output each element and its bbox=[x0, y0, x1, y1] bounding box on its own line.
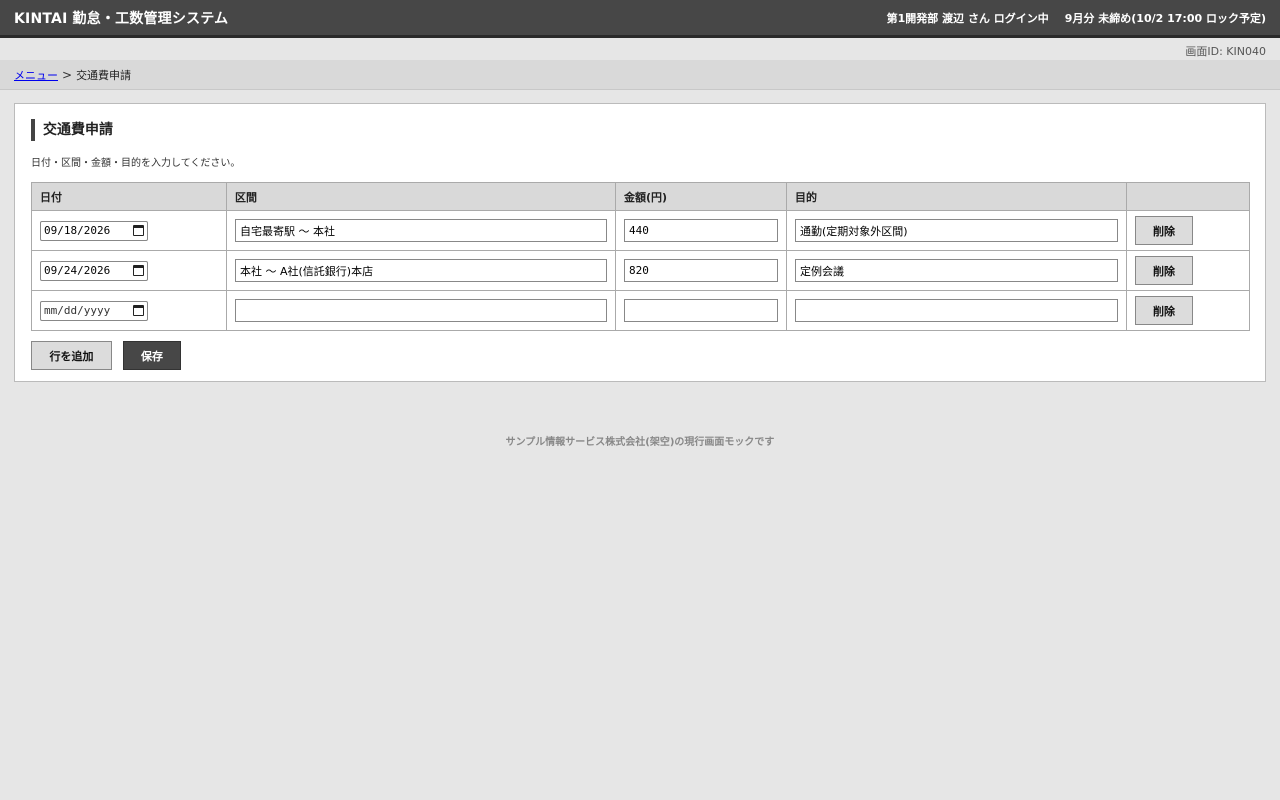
expense-table: 日付 区間 金額(円) 目的 09/18/2026 自宅最寄駅 〜 本社 440… bbox=[31, 182, 1250, 331]
column-header-purpose: 目的 bbox=[786, 182, 1127, 211]
delete-row-button[interactable]: 削除 bbox=[1135, 216, 1193, 245]
table-row: mm/dd/yyyy 削除 bbox=[31, 290, 1250, 331]
breadcrumb-menu-link[interactable]: メニュー bbox=[14, 67, 58, 83]
table-header-row: 日付 区間 金額(円) 目的 bbox=[31, 182, 1250, 211]
delete-row-button[interactable]: 削除 bbox=[1135, 296, 1193, 325]
column-header-section: 区間 bbox=[226, 182, 616, 211]
expense-form-panel: 交通費申請 日付・区間・金額・目的を入力してください。 日付 区間 金額(円) … bbox=[14, 103, 1266, 382]
section-input[interactable] bbox=[235, 299, 607, 322]
calendar-icon[interactable] bbox=[133, 305, 144, 316]
footer-note: サンプル情報サービス株式会社(架空)の現行画面モックです bbox=[505, 437, 775, 448]
purpose-input[interactable]: 通勤(定期対象外区間) bbox=[795, 219, 1118, 242]
purpose-input[interactable] bbox=[795, 299, 1118, 322]
section-input[interactable]: 本社 〜 A社(信託銀行)本店 bbox=[235, 259, 607, 282]
app-title: KINTAI 勤怠・工数管理システム bbox=[14, 10, 229, 27]
page-title: 交通費申請 bbox=[31, 119, 1249, 141]
header-status: 第1開発部 渡辺 さん ログイン中 9月分 未締め(10/2 17:00 ロック… bbox=[887, 10, 1266, 26]
table-row: 09/24/2026 本社 〜 A社(信託銀行)本店 820 定例会議 削除 bbox=[31, 250, 1250, 291]
delete-row-button[interactable]: 削除 bbox=[1135, 256, 1193, 285]
calendar-icon[interactable] bbox=[133, 265, 144, 276]
purpose-input[interactable]: 定例会議 bbox=[795, 259, 1118, 282]
save-button[interactable]: 保存 bbox=[123, 341, 181, 370]
add-row-button[interactable]: 行を追加 bbox=[31, 341, 112, 370]
date-input[interactable]: 09/24/2026 bbox=[40, 260, 148, 281]
amount-input[interactable] bbox=[624, 299, 778, 322]
breadcrumb: メニュー > 交通費申請 bbox=[0, 60, 1280, 90]
date-placeholder: mm/dd/yyyy bbox=[44, 304, 111, 317]
form-description: 日付・区間・金額・目的を入力してください。 bbox=[31, 158, 241, 169]
column-header-amount: 金額(円) bbox=[615, 182, 787, 211]
breadcrumb-separator: > bbox=[62, 67, 73, 82]
calendar-icon[interactable] bbox=[133, 225, 144, 236]
section-input[interactable]: 自宅最寄駅 〜 本社 bbox=[235, 219, 607, 242]
user-info: 第1開発部 渡辺 さん ログイン中 bbox=[886, 11, 1049, 25]
column-header-actions bbox=[1126, 182, 1250, 211]
date-value: 09/18/2026 bbox=[44, 224, 111, 237]
date-input[interactable]: mm/dd/yyyy bbox=[40, 300, 148, 321]
date-input[interactable]: 09/18/2026 bbox=[40, 220, 148, 241]
column-header-date: 日付 bbox=[31, 182, 227, 211]
table-row: 09/18/2026 自宅最寄駅 〜 本社 440 通勤(定期対象外区間) 削除 bbox=[31, 210, 1250, 251]
form-actions: 行を追加 保存 bbox=[31, 341, 1249, 370]
amount-input[interactable]: 820 bbox=[624, 259, 778, 282]
amount-input[interactable]: 440 bbox=[624, 219, 778, 242]
breadcrumb-current: 交通費申請 bbox=[76, 68, 132, 82]
screen-id: 画面ID: KIN040 bbox=[1185, 45, 1266, 58]
period-status: 9月分 未締め(10/2 17:00 ロック予定) bbox=[1064, 11, 1266, 25]
top-bar: KINTAI 勤怠・工数管理システム 第1開発部 渡辺 さん ログイン中 9月分… bbox=[0, 0, 1280, 38]
date-value: 09/24/2026 bbox=[44, 264, 111, 277]
